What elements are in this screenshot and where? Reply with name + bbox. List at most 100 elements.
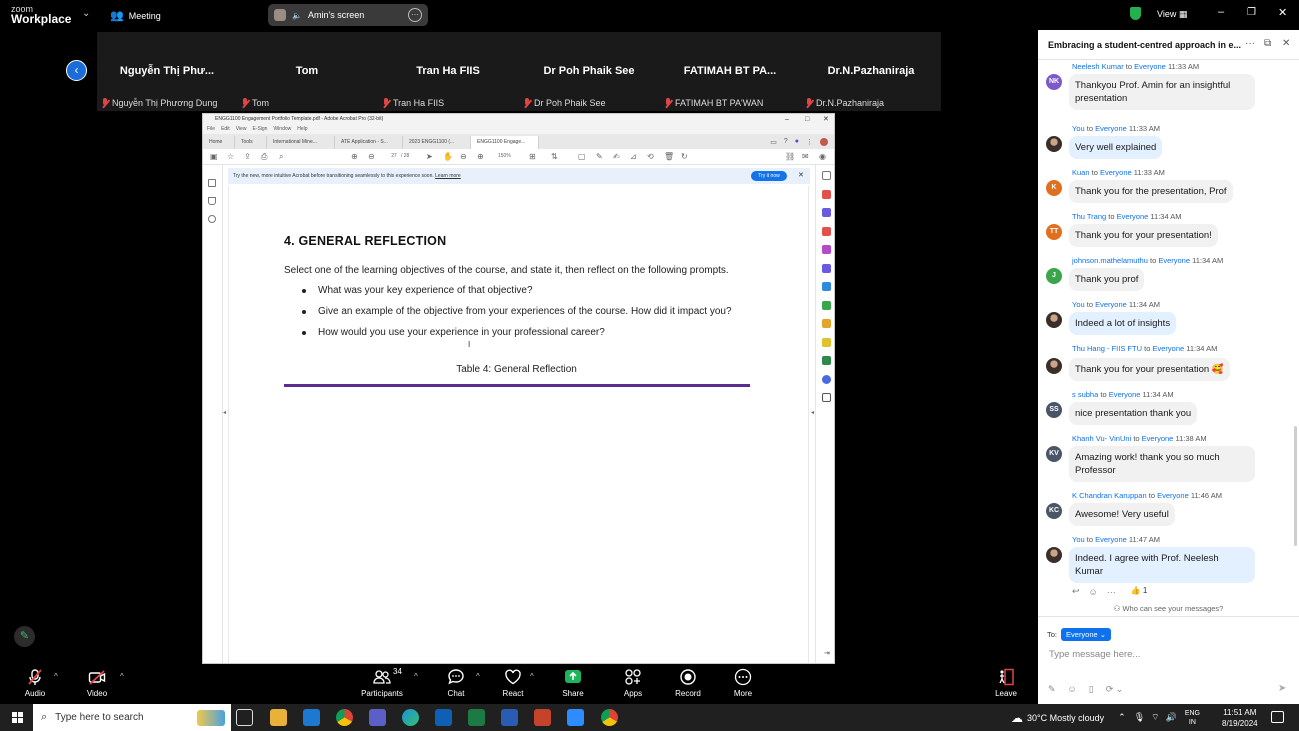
sender-name[interactable]: johnson.mathelamuthu [1072,256,1148,265]
rail-comment-icon[interactable] [822,319,831,328]
rail-export-pdf-icon[interactable] [822,190,831,199]
acrobat-restore-icon[interactable]: □ [805,114,809,125]
acrobat-avatar[interactable] [820,137,828,146]
video-options-caret-icon[interactable]: ^ [120,672,124,681]
message-bubble[interactable]: Amazing work! thank you so much Professor [1069,446,1255,482]
notification-bell-icon[interactable]: ● [795,138,799,145]
mail-icon[interactable] [303,709,320,726]
more-button[interactable]: More [713,668,773,698]
participant-tile[interactable]: Dr.N.Pazhaniraja Dr.N.Pazhaniraja [801,32,941,111]
try-it-now-button[interactable]: Try it now [751,171,787,181]
format-text-icon[interactable]: ✎ [1048,684,1056,695]
hand-tool-icon[interactable]: ✋ [443,152,453,161]
right-collapse-icon[interactable]: ◂ [811,409,814,416]
rail-scan-icon[interactable] [822,301,831,310]
share-link-icon[interactable]: ⛓ [785,152,795,161]
sender-name[interactable]: Khanh Vu- VinUni [1072,434,1131,443]
meeting-menu[interactable]: 👥 Meeting [110,9,161,22]
page-up-icon[interactable]: ⊕ [351,152,358,161]
participants-options-caret-icon[interactable]: ^ [414,672,418,681]
video-button[interactable]: Video [67,668,127,698]
language-indicator[interactable]: ENG IN [1185,709,1200,727]
message-bubble[interactable]: Thank you prof [1069,268,1145,291]
wifi-icon[interactable]: ⌔ [1151,712,1159,723]
menu-window[interactable]: Window [273,125,291,134]
chrome-icon[interactable] [336,709,353,726]
message-bubble[interactable]: Thank you for the presentation, Prof [1069,180,1233,203]
zoom-out-icon[interactable]: ⊖ [460,152,467,161]
sender-name[interactable]: s subha [1072,390,1098,399]
pop-out-icon[interactable]: ⧉ [1264,38,1271,49]
excel-icon[interactable] [468,709,485,726]
chat-more-icon[interactable]: ··· [1245,38,1255,49]
tab-tools[interactable]: Tools [235,136,267,149]
scroll-mode-icon[interactable]: ⇅ [551,152,558,161]
pages-panel-icon[interactable] [208,179,216,187]
tab-international-mine[interactable]: International Mine... [267,136,335,149]
save-icon[interactable]: ▣ [210,152,218,161]
attachment-icon[interactable] [208,215,216,223]
message-bubble[interactable]: Thank you for your presentation! [1069,224,1218,247]
sender-name[interactable]: You [1072,300,1085,309]
message-bubble[interactable]: nice presentation thank you [1069,402,1198,425]
app-menu-chevron-down-icon[interactable]: ⌄ [82,8,90,19]
add-reaction-icon[interactable]: ☺ [1089,587,1098,597]
thumbs-up-reaction[interactable]: 👍 1 [1126,585,1152,597]
rail-organize-icon[interactable] [822,282,831,291]
edge-icon[interactable] [402,709,419,726]
sign-icon[interactable]: ⊿ [630,152,637,161]
print-icon[interactable]: ⎙ [261,152,267,162]
draw-icon[interactable]: ✍ [613,152,620,161]
rail-expand-icon[interactable]: ⇥ [824,649,830,657]
upload-icon[interactable]: ⇪ [244,152,251,161]
outlook-icon[interactable] [435,709,452,726]
taskbar-clock[interactable]: 11:51 AM 8/19/2024 [1222,707,1258,729]
menu-file[interactable]: File [207,125,215,134]
sender-name[interactable]: Kuan [1072,168,1090,177]
sender-name[interactable]: You [1072,535,1085,544]
menu-help[interactable]: Help [297,125,307,134]
select-cursor-icon[interactable]: ➤ [426,152,433,161]
rail-print-production-icon[interactable] [822,356,831,365]
zoom-in-icon[interactable]: ⊕ [477,152,484,161]
comment-icon[interactable]: ▢ [578,152,586,161]
tray-chevron-up-icon[interactable]: ⌃ [1118,712,1126,723]
teams-icon[interactable] [369,709,386,726]
banner-learn-more-link[interactable]: Learn more [435,173,461,179]
email-icon[interactable]: ✉ [802,152,809,161]
rail-search-icon[interactable] [822,171,831,180]
chrome-second-icon[interactable] [601,709,618,726]
left-collapse-icon[interactable]: ◂ [223,409,226,416]
sender-name[interactable]: K Chandran Karuppan [1072,491,1147,500]
chat-options-caret-icon[interactable]: ^ [476,672,480,681]
rotate-icon[interactable]: ↻ [681,152,688,161]
notifications-icon[interactable] [1271,711,1284,723]
powerpoint-icon[interactable] [534,709,551,726]
participant-tile[interactable]: Nguyễn Thị Phư... Nguyễn Thị Phương Dung [97,32,237,111]
participant-tile[interactable]: Tom Tom [237,32,377,111]
sender-name[interactable]: Thu Hang - FIIS FTU [1072,344,1142,353]
monitor-icon[interactable]: ▭ [770,138,777,146]
recipient-dropdown[interactable]: Everyone ⌄ [1061,628,1112,641]
help-icon[interactable]: ? [784,138,788,145]
menu-view[interactable]: View [236,125,247,134]
minimize-icon[interactable]: – [1218,6,1224,18]
sender-name[interactable]: Neelesh Kumar [1072,62,1124,71]
highlight-pen-icon[interactable]: ✎ [596,152,603,161]
participant-tile[interactable]: Dr Poh Phaik See Dr Poh Phaik See [519,32,659,111]
zoom-level-select[interactable]: 150% [498,153,511,159]
rail-combine-icon[interactable] [822,245,831,254]
rail-fill-sign-icon[interactable] [822,264,831,273]
close-icon[interactable]: ✕ [1278,6,1287,19]
chat-message-input[interactable]: Type message here... [1049,649,1140,660]
restore-icon[interactable]: ❐ [1247,7,1256,18]
screen-more-icon[interactable]: ··· [408,8,422,22]
react-options-caret-icon[interactable]: ^ [530,672,534,681]
participant-tile[interactable]: FATIMAH BT PA... FATIMAH BT PA'WAN [660,32,800,111]
rail-create-pdf-icon[interactable] [822,227,831,236]
rail-edit-pdf-icon[interactable] [822,208,831,217]
strip-back-chevron-left-icon[interactable]: ‹ [66,60,87,81]
menu-edit[interactable]: Edit [221,125,230,134]
star-icon[interactable]: ☆ [227,152,234,161]
banner-close-icon[interactable]: ✕ [798,168,804,184]
